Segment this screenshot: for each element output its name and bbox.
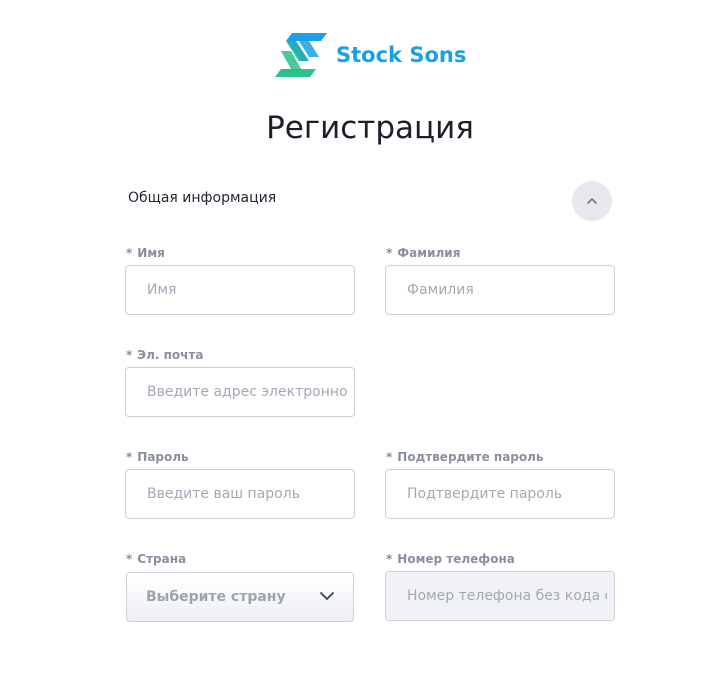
- phone-label: * Номер телефона: [386, 552, 515, 566]
- email-field[interactable]: [125, 367, 355, 417]
- brand-logo[interactable]: Stock Sons: [275, 30, 466, 80]
- password-input[interactable]: [147, 486, 347, 502]
- password-label: * Пароль: [126, 450, 189, 464]
- first-name-input[interactable]: [147, 282, 347, 298]
- last-name-label: * Фамилия: [386, 246, 461, 260]
- phone-field[interactable]: [385, 571, 615, 621]
- chevron-down-icon: [320, 592, 334, 600]
- country-select[interactable]: Выберите страну: [126, 572, 354, 622]
- confirm-password-field[interactable]: [385, 469, 615, 519]
- chevron-up-icon: [587, 198, 597, 204]
- brand-name: Stock Sons: [336, 43, 467, 67]
- first-name-label: * Имя: [126, 246, 165, 260]
- confirm-password-input[interactable]: [407, 486, 607, 502]
- confirm-password-label: * Подтвердите пароль: [386, 450, 544, 464]
- country-select-value: Выберите страну: [146, 589, 286, 605]
- phone-input[interactable]: [407, 588, 607, 604]
- stock-sons-logo-icon: [275, 33, 327, 77]
- section-collapse-button[interactable]: [572, 181, 612, 221]
- password-field[interactable]: [125, 469, 355, 519]
- last-name-input[interactable]: [407, 282, 607, 298]
- country-label: * Страна: [126, 552, 187, 566]
- first-name-field[interactable]: [125, 265, 355, 315]
- email-label: * Эл. почта: [126, 348, 204, 362]
- page-title: Регистрация: [266, 110, 474, 146]
- section-title: Общая информация: [128, 190, 277, 206]
- email-input[interactable]: [147, 384, 347, 400]
- last-name-field[interactable]: [385, 265, 615, 315]
